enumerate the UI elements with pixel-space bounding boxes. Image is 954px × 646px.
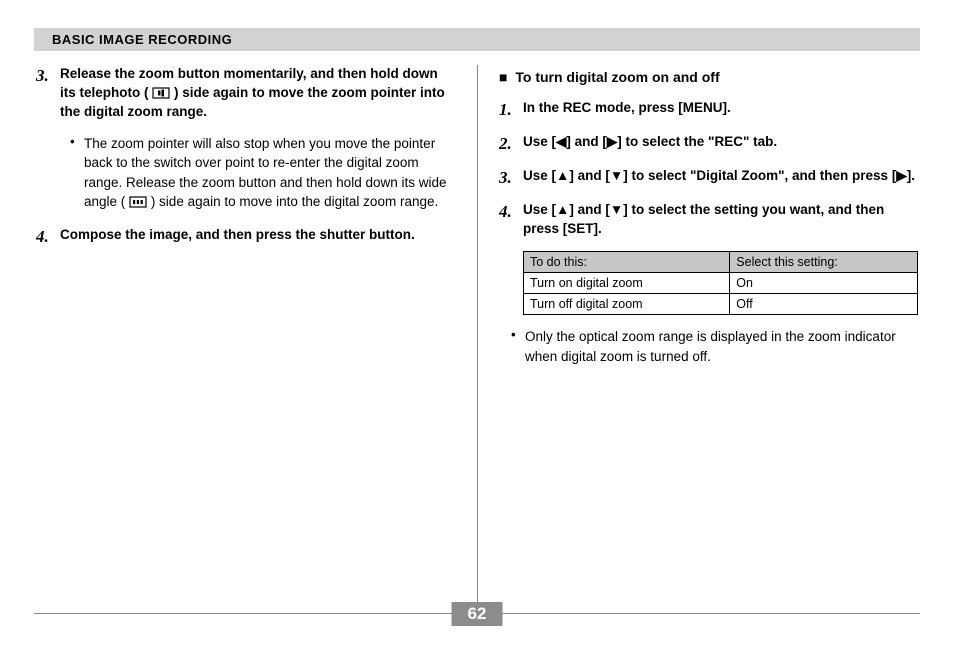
square-bullet-icon: ■ xyxy=(499,69,507,85)
step-body: Use [◀] and [▶] to select the "REC" tab. xyxy=(523,133,777,155)
table-cell: Turn off digital zoom xyxy=(524,294,730,315)
bullet-item: • The zoom pointer will also stop when y… xyxy=(70,134,455,212)
left-column: 3. Release the zoom button momentarily, … xyxy=(34,65,477,585)
step-4: 4. Compose the image, and then press the… xyxy=(36,226,455,248)
r-step-3: 3. Use [▲] and [▼] to select "Digital Zo… xyxy=(499,167,918,189)
table-cell: Turn on digital zoom xyxy=(524,273,730,294)
bullet-dot: • xyxy=(511,327,525,366)
settings-table: To do this: Select this setting: Turn on… xyxy=(523,251,918,315)
right-column: ■ To turn digital zoom on and off 1. In … xyxy=(477,65,920,585)
r-step-4: 4. Use [▲] and [▼] to select the setting… xyxy=(499,201,918,239)
table-header-row: To do this: Select this setting: xyxy=(524,252,918,273)
r-step-1: 1. In the REC mode, press [MENU]. xyxy=(499,99,918,121)
step-number: 2. xyxy=(499,133,523,155)
section-header: BASIC IMAGE RECORDING xyxy=(34,28,920,51)
step-number: 3. xyxy=(499,167,523,189)
step-number: 4. xyxy=(499,201,523,239)
step-body: Release the zoom button momentarily, and… xyxy=(60,65,455,122)
bullet-item: • Only the optical zoom range is display… xyxy=(511,327,918,366)
step-number: 1. xyxy=(499,99,523,121)
bullet-text-post: ) side again to move into the digital zo… xyxy=(151,194,438,209)
table-cell: On xyxy=(730,273,918,294)
bullet-text: Only the optical zoom range is displayed… xyxy=(525,327,918,366)
table-header-cell: Select this setting: xyxy=(730,252,918,273)
subheading-text: To turn digital zoom on and off xyxy=(515,69,719,85)
wide-angle-icon xyxy=(129,196,147,208)
step-body: Compose the image, and then press the sh… xyxy=(60,226,415,248)
subheading: ■ To turn digital zoom on and off xyxy=(499,69,918,85)
step-body: Use [▲] and [▼] to select the setting yo… xyxy=(523,201,918,239)
table-header-cell: To do this: xyxy=(524,252,730,273)
step-body: Use [▲] and [▼] to select "Digital Zoom"… xyxy=(523,167,915,189)
bullet-text: The zoom pointer will also stop when you… xyxy=(84,134,455,212)
telephoto-icon xyxy=(152,87,170,99)
column-divider xyxy=(477,65,478,611)
step-number: 4. xyxy=(36,226,60,248)
table-row: Turn off digital zoom Off xyxy=(524,294,918,315)
table-row: Turn on digital zoom On xyxy=(524,273,918,294)
step-number: 3. xyxy=(36,65,60,122)
page-number: 62 xyxy=(452,602,503,626)
bullet-dot: • xyxy=(70,134,84,212)
step-body: In the REC mode, press [MENU]. xyxy=(523,99,731,121)
table-cell: Off xyxy=(730,294,918,315)
r-step-2: 2. Use [◀] and [▶] to select the "REC" t… xyxy=(499,133,918,155)
step-3: 3. Release the zoom button momentarily, … xyxy=(36,65,455,122)
